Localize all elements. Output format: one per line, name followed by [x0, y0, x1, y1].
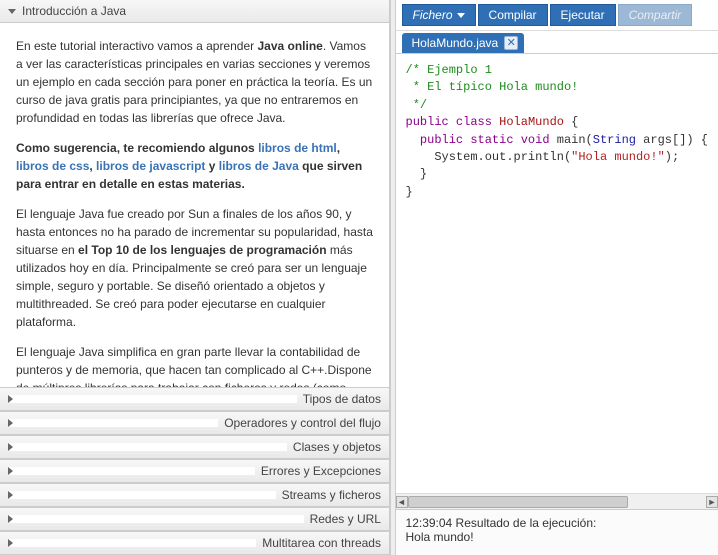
scroll-left-arrow-icon[interactable]: ◄ — [396, 496, 408, 508]
editor-tabbar: HolaMundo.java ✕ — [396, 31, 718, 54]
intro-paragraph-1: En este tutorial interactivo vamos a apr… — [16, 37, 373, 127]
link-libros-css[interactable]: libros de css — [16, 159, 89, 173]
section-title: Redes y URL — [310, 512, 381, 526]
link-libros-html[interactable]: libros de html — [258, 141, 337, 155]
tab-label: HolaMundo.java — [412, 36, 499, 50]
accordion-section-intro[interactable]: Introducción a Java — [0, 0, 389, 23]
chevron-right-icon — [8, 395, 297, 403]
editor-toolbar: Fichero Compilar Ejecutar Compartir — [396, 0, 718, 31]
scrollbar-thumb[interactable] — [408, 496, 628, 508]
section-title: Streams y ficheros — [282, 488, 381, 502]
link-libros-js[interactable]: libros de javascript — [96, 159, 205, 173]
compile-button[interactable]: Compilar — [478, 4, 548, 26]
accordion-section-threads[interactable]: Multitarea con threads — [0, 531, 389, 555]
tutorial-panel: Introducción a Java En este tutorial int… — [0, 0, 390, 555]
share-button[interactable]: Compartir — [618, 4, 693, 26]
caret-down-icon — [457, 13, 465, 18]
chevron-right-icon — [8, 443, 287, 451]
code-editor[interactable]: /* Ejemplo 1 * El típico Hola mundo! */ … — [396, 54, 718, 493]
chevron-right-icon — [8, 491, 276, 499]
chevron-right-icon — [8, 539, 256, 547]
accordion-section-operadores[interactable]: Operadores y control del flujo — [0, 411, 389, 435]
accordion-section-clases[interactable]: Clases y objetos — [0, 435, 389, 459]
horizontal-scrollbar[interactable]: ◄ ► — [396, 493, 718, 509]
section-title: Errores y Excepciones — [261, 464, 381, 478]
section-title: Tipos de datos — [303, 392, 381, 406]
section-body-intro[interactable]: En este tutorial interactivo vamos a apr… — [0, 23, 389, 387]
section-title: Clases y objetos — [293, 440, 381, 454]
intro-paragraph-4: El lenguaje Java simplifica en gran part… — [16, 343, 373, 387]
close-icon[interactable]: ✕ — [504, 36, 518, 50]
output-console: 12:39:04 Resultado de la ejecución: Hola… — [396, 509, 718, 555]
editor-panel: Fichero Compilar Ejecutar Compartir Hola… — [396, 0, 718, 555]
section-title: Introducción a Java — [22, 4, 126, 18]
section-title: Operadores y control del flujo — [224, 416, 381, 430]
accordion-section-errores[interactable]: Errores y Excepciones — [0, 459, 389, 483]
run-button[interactable]: Ejecutar — [550, 4, 616, 26]
scroll-right-arrow-icon[interactable]: ► — [706, 496, 718, 508]
intro-paragraph-2: Como sugerencia, te recomiendo algunos l… — [16, 139, 373, 193]
app-root: Introducción a Java En este tutorial int… — [0, 0, 718, 555]
chevron-right-icon — [8, 419, 218, 427]
section-title: Multitarea con threads — [262, 536, 381, 550]
chevron-right-icon — [8, 515, 304, 523]
intro-paragraph-3: El lenguaje Java fue creado por Sun a fi… — [16, 205, 373, 331]
link-libros-java[interactable]: libros de Java — [219, 159, 299, 173]
accordion-section-tipos[interactable]: Tipos de datos — [0, 387, 389, 411]
file-menu-button[interactable]: Fichero — [402, 4, 476, 26]
chevron-right-icon — [8, 467, 255, 475]
output-line: 12:39:04 Resultado de la ejecución: — [406, 516, 708, 530]
chevron-down-icon — [8, 9, 16, 14]
accordion-section-streams[interactable]: Streams y ficheros — [0, 483, 389, 507]
editor-tab[interactable]: HolaMundo.java ✕ — [402, 33, 525, 53]
accordion-section-redes[interactable]: Redes y URL — [0, 507, 389, 531]
output-line: Hola mundo! — [406, 530, 708, 544]
